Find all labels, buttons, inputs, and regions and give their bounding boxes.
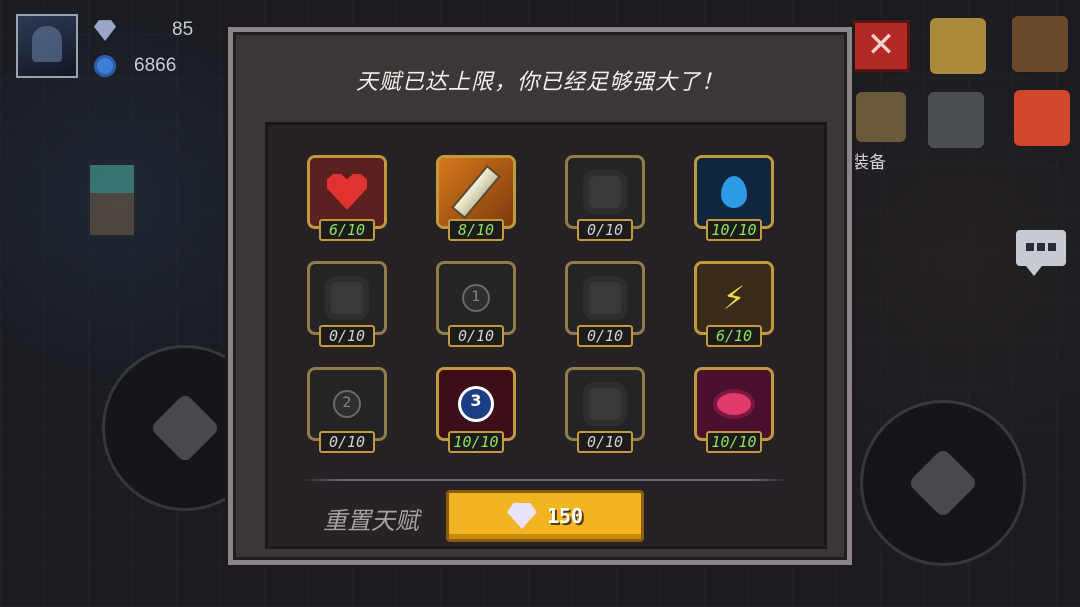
locked-talent-icon: 1 bbox=[439, 264, 513, 332]
action-joystick[interactable] bbox=[860, 400, 1026, 566]
talent-slot[interactable]: ⚡ 6/10 bbox=[694, 261, 774, 347]
locked-talent-glyph bbox=[583, 170, 627, 214]
action-pad-icon bbox=[907, 447, 979, 519]
talent-level: 6/10 bbox=[706, 325, 762, 347]
lightning-glyph: ⚡ bbox=[722, 279, 746, 317]
divider bbox=[302, 479, 790, 481]
locked-talent-icon bbox=[568, 158, 642, 226]
camera-icon[interactable] bbox=[928, 92, 984, 148]
gem-icon bbox=[506, 503, 537, 529]
gift-icon[interactable] bbox=[1014, 90, 1070, 146]
player-character bbox=[90, 165, 134, 235]
blue-drop-glyph bbox=[721, 176, 747, 208]
blue-drop-icon bbox=[697, 158, 771, 226]
sword-icon bbox=[439, 158, 513, 226]
talent-level: 6/10 bbox=[319, 219, 375, 241]
talent-slot[interactable]: 1 0/10 bbox=[436, 261, 516, 347]
locked-talent-icon: 2 bbox=[310, 370, 384, 438]
talent-slot[interactable]: 0/10 bbox=[565, 261, 645, 347]
lightning-icon: ⚡ bbox=[697, 264, 771, 332]
power-icon[interactable] bbox=[1012, 16, 1068, 72]
close-button[interactable]: ✕ bbox=[852, 20, 910, 72]
locked-talent-icon bbox=[568, 264, 642, 332]
red-eye-glyph bbox=[717, 393, 751, 415]
talent-level: 0/10 bbox=[577, 219, 633, 241]
talent-slot[interactable]: 10/10 bbox=[694, 367, 774, 453]
talent-frame bbox=[694, 155, 774, 229]
locked-talent-icon bbox=[568, 370, 642, 438]
talent-frame bbox=[436, 155, 516, 229]
sword-glyph bbox=[451, 164, 501, 220]
joystick-pad-icon bbox=[149, 392, 221, 464]
chat-icon[interactable] bbox=[1016, 230, 1066, 276]
talent-slot[interactable]: 10/10 bbox=[694, 155, 774, 241]
talent-frame bbox=[694, 367, 774, 441]
talent-frame: 3 bbox=[436, 367, 516, 441]
locked-talent-glyph: 2 bbox=[333, 390, 361, 418]
talent-slot[interactable]: 2 0/10 bbox=[307, 367, 387, 453]
talent-frame bbox=[565, 155, 645, 229]
equipment-icon[interactable] bbox=[856, 92, 906, 142]
talent-panel: 6/10 8/10 0/10 10/10 0/10 1 0/10 0/10 ⚡ 6/10 2 0/10… bbox=[265, 122, 827, 549]
talent-level: 0/10 bbox=[577, 431, 633, 453]
chest-icon[interactable] bbox=[930, 18, 986, 74]
locked-talent-glyph bbox=[583, 382, 627, 426]
talent-level: 0/10 bbox=[319, 431, 375, 453]
reset-cost: 150 bbox=[546, 504, 584, 528]
talent-slot[interactable]: 3 10/10 bbox=[436, 367, 516, 453]
gem-counter: 85 bbox=[94, 16, 193, 44]
red-eye-icon bbox=[697, 370, 771, 438]
combo-3-glyph: 3 bbox=[458, 386, 494, 422]
talent-modal: 天赋已达上限，你已经足够强大了！ 6/10 8/10 0/10 10/10 0/10 1 0… bbox=[228, 27, 852, 565]
talent-level: 10/10 bbox=[448, 431, 504, 453]
player-avatar[interactable] bbox=[16, 14, 78, 78]
heart-glyph bbox=[327, 174, 367, 210]
talent-slot[interactable]: 8/10 bbox=[436, 155, 516, 241]
talent-level: 0/10 bbox=[577, 325, 633, 347]
talent-frame bbox=[307, 261, 387, 335]
coin-count: 6866 bbox=[134, 55, 177, 76]
heart-icon bbox=[310, 158, 384, 226]
gem-count: 85 bbox=[172, 19, 194, 40]
talent-slot[interactable]: 0/10 bbox=[565, 155, 645, 241]
equipment-label: 装备 bbox=[852, 153, 886, 173]
gem-icon bbox=[94, 20, 116, 41]
modal-title: 天赋已达上限，你已经足够强大了！ bbox=[355, 70, 724, 95]
talent-level: 10/10 bbox=[706, 431, 762, 453]
talent-slot[interactable]: 0/10 bbox=[565, 367, 645, 453]
locked-talent-glyph: 1 bbox=[462, 284, 490, 312]
talent-level: 8/10 bbox=[448, 219, 504, 241]
locked-talent-glyph bbox=[583, 276, 627, 320]
reset-talent-label: 重置天赋 bbox=[323, 507, 419, 535]
talent-level: 0/10 bbox=[319, 325, 375, 347]
talent-frame: 2 bbox=[307, 367, 387, 441]
talent-level: 10/10 bbox=[706, 219, 762, 241]
reset-talent-button[interactable]: 150 bbox=[446, 490, 644, 542]
talent-frame bbox=[565, 367, 645, 441]
coin-icon bbox=[94, 55, 116, 77]
talent-level: 0/10 bbox=[448, 325, 504, 347]
talent-grid: 6/10 8/10 0/10 10/10 0/10 1 0/10 0/10 ⚡ 6/10 2 0/10… bbox=[307, 155, 787, 453]
talent-frame: 1 bbox=[436, 261, 516, 335]
talent-slot[interactable]: 0/10 bbox=[307, 261, 387, 347]
talent-frame bbox=[307, 155, 387, 229]
talent-slot[interactable]: 6/10 bbox=[307, 155, 387, 241]
combo-3-icon: 3 bbox=[439, 370, 513, 438]
locked-talent-icon bbox=[310, 264, 384, 332]
talent-frame bbox=[565, 261, 645, 335]
talent-frame: ⚡ bbox=[694, 261, 774, 335]
locked-talent-glyph bbox=[325, 276, 369, 320]
coin-counter: 6866 bbox=[94, 52, 176, 80]
